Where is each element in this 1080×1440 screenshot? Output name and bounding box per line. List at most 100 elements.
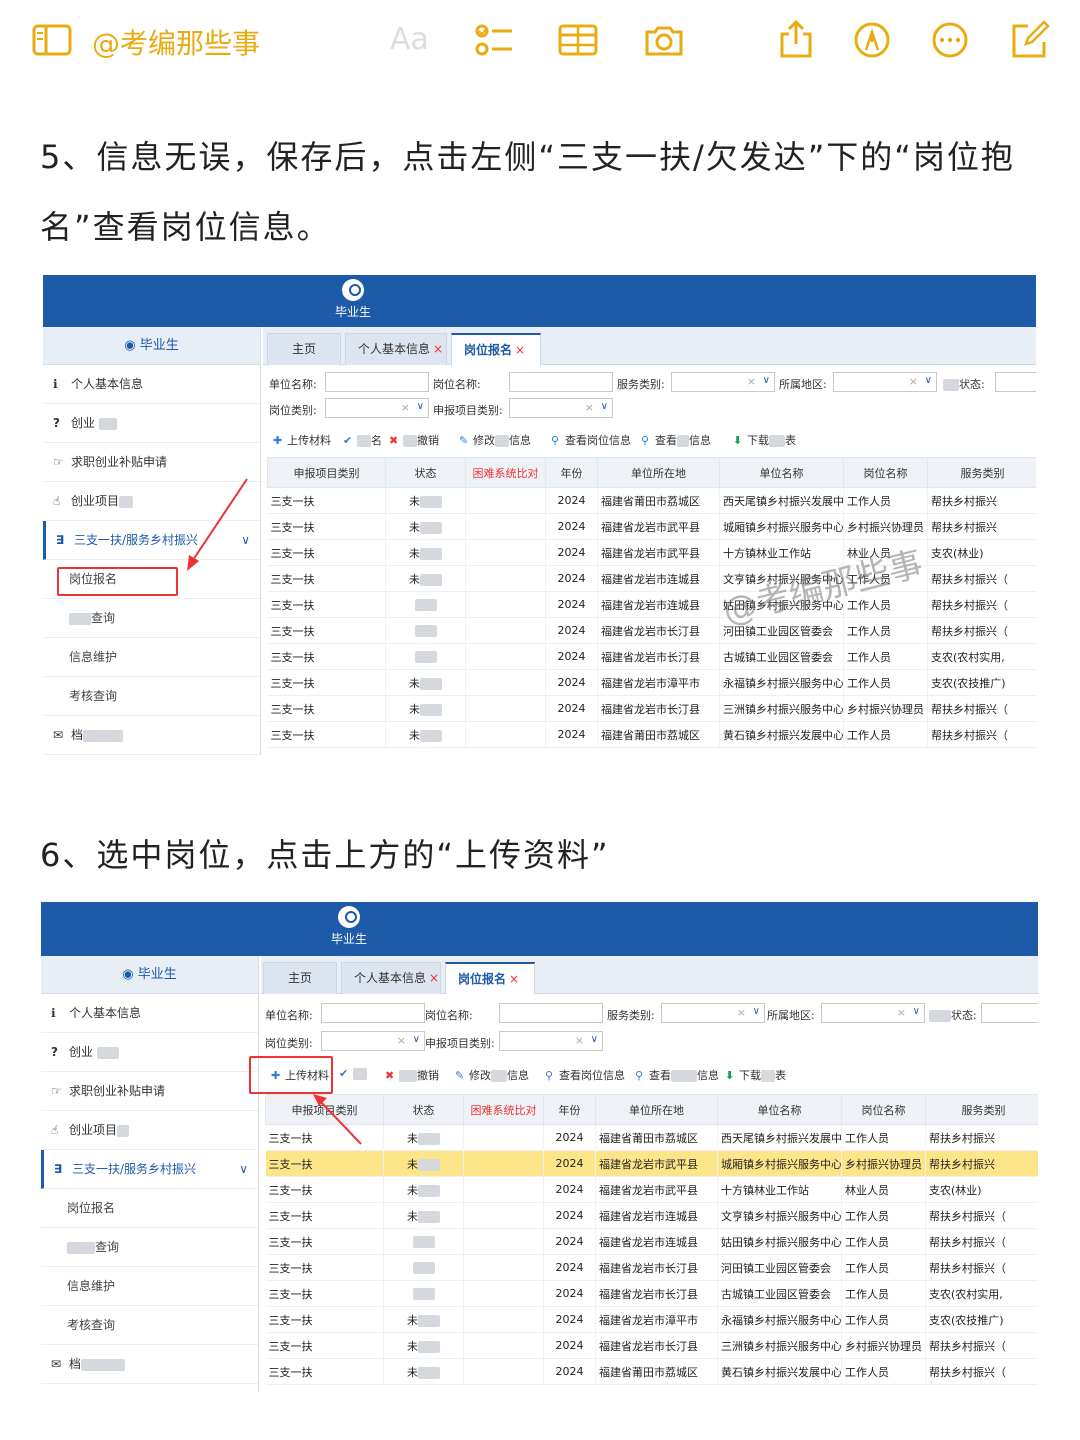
text-format-icon[interactable]: Aa: [390, 22, 429, 57]
sidebar-item-startup[interactable]: ? 创业: [43, 404, 260, 443]
compose-icon[interactable]: [1010, 20, 1050, 60]
signup-button[interactable]: ✔: [339, 1067, 367, 1080]
column-header[interactable]: 单位所在地: [595, 1094, 718, 1125]
download-button[interactable]: ⬇ 下载表: [725, 1067, 786, 1083]
sidebar-item-profile[interactable]: ℹ 个人基本信息: [41, 994, 258, 1033]
column-header[interactable]: 状态: [383, 1094, 464, 1125]
column-header[interactable]: 年份: [545, 457, 598, 488]
table-row[interactable]: 三支一扶 2024 福建省龙岩市长汀县 河田镇工业园区管委会 工作人员 帮扶乡村振兴（: [267, 617, 1036, 644]
table-row[interactable]: 三支一扶未 2024 福建省莆田市荔城区 西天尾镇乡村振兴发展中 工作人员 帮扶乡村振兴: [265, 1124, 1038, 1151]
header-user[interactable]: 毕业生: [333, 279, 373, 320]
unit-name-input[interactable]: [321, 1003, 425, 1023]
sidebar-item-query[interactable]: 查询: [41, 1228, 258, 1267]
close-icon[interactable]: ×: [509, 972, 519, 986]
service-type-select[interactable]: × ∨: [661, 1003, 765, 1023]
post-name-input[interactable]: [499, 1003, 603, 1023]
table-cell: 支农(林业): [925, 1176, 1038, 1203]
camera-icon[interactable]: [644, 20, 684, 60]
sidebar-item-archive[interactable]: ✉ 档: [43, 716, 260, 755]
table-row[interactable]: 三支一扶未 2024 福建省龙岩市长汀县 三洲镇乡村振兴服务中心 乡村振兴协理员 帮扶乡村…: [267, 695, 1036, 722]
column-header[interactable]: 服务类别: [927, 457, 1036, 488]
tab-post-signup[interactable]: 岗位报名 ×: [445, 962, 535, 994]
tab-home[interactable]: 主页: [263, 962, 337, 994]
column-header[interactable]: 岗位名称: [841, 1094, 926, 1125]
column-header[interactable]: 单位名称: [717, 1094, 842, 1125]
table-row[interactable]: 三支一扶 2024 福建省龙岩市长汀县 古城镇工业园区管委会 工作人员 支农(农村实用,: [267, 643, 1036, 670]
close-icon[interactable]: ×: [515, 343, 525, 357]
checklist-icon[interactable]: [474, 20, 514, 60]
table-row[interactable]: 三支一扶 2024 福建省龙岩市长汀县 古城镇工业园区管委会 工作人员 支农(农村实用,: [265, 1280, 1038, 1307]
sidebar-item-profile[interactable]: ℹ 个人基本信息: [43, 365, 260, 404]
markup-icon[interactable]: [852, 20, 892, 60]
column-header[interactable]: 申报项目类别: [267, 457, 386, 488]
table-cell: 福建省龙岩市连城县: [597, 565, 720, 592]
post-name-input[interactable]: [509, 372, 613, 392]
table-icon[interactable]: [558, 20, 598, 60]
project-type-select[interactable]: × ∨: [499, 1031, 603, 1051]
sidebar-item-post-signup[interactable]: 岗位报名: [41, 1189, 258, 1228]
sidebar-item-sanzhi[interactable]: ∃ 三支一扶/服务乡村振兴 ∨: [41, 1150, 258, 1189]
view-info-button[interactable]: ⚲ 查看 信息: [635, 1067, 719, 1083]
download-button[interactable]: ⬇ 下载表: [733, 432, 796, 448]
region-select[interactable]: × ∨: [833, 372, 937, 392]
column-header[interactable]: 单位所在地: [597, 457, 720, 488]
table-row[interactable]: 三支一扶未 2024 福建省龙岩市长汀县 三洲镇乡村振兴服务中心 乡村振兴协理员 帮扶乡村…: [265, 1332, 1038, 1359]
column-header[interactable]: 年份: [543, 1094, 596, 1125]
header-user[interactable]: 毕业生: [329, 906, 369, 947]
table-row[interactable]: 三支一扶未 2024 福建省龙岩市连城县 文亨镇乡村振兴服务中心 工作人员 帮扶乡村振兴（: [265, 1202, 1038, 1229]
service-type-select[interactable]: × ∨: [671, 372, 775, 392]
sidebar-item-archive[interactable]: ✉ 档: [41, 1345, 258, 1384]
cancel-button[interactable]: ✖ 撤销: [385, 1067, 439, 1083]
modify-button[interactable]: ✎ 修改 信息: [455, 1067, 529, 1083]
table-row[interactable]: 三支一扶 2024 福建省龙岩市长汀县 河田镇工业园区管委会 工作人员 帮扶乡村振兴（: [265, 1254, 1038, 1281]
column-header[interactable]: 状态: [385, 457, 466, 488]
table-row[interactable]: 三支一扶 2024 福建省龙岩市连城县 姑田镇乡村振兴服务中心 工作人员 帮扶乡村振兴（: [267, 591, 1036, 618]
sidebar-item-project[interactable]: ☝ 创业项目: [41, 1111, 258, 1150]
table-row[interactable]: 三支一扶 2024 福建省龙岩市连城县 姑田镇乡村振兴服务中心 工作人员 帮扶乡村振兴（: [265, 1228, 1038, 1255]
sidebar-item-exam-query[interactable]: 考核查询: [41, 1306, 258, 1345]
close-icon[interactable]: ×: [429, 971, 439, 985]
sidebar-item-info-maintain[interactable]: 信息维护: [41, 1267, 258, 1306]
cancel-button[interactable]: ✖ 撤销: [389, 432, 439, 448]
table-row[interactable]: 三支一扶未 2024 福建省龙岩市漳平市 永福镇乡村振兴服务中心 工作人员 支农(农技推广…: [265, 1306, 1038, 1333]
table-row[interactable]: 三支一扶未 2024 福建省龙岩市武平县 城厢镇乡村振兴服务中心 乡村振兴协理员 帮扶乡村…: [265, 1150, 1038, 1177]
column-header[interactable]: 困难系统比对: [465, 457, 546, 488]
sidebar-item-startup[interactable]: ? 创业: [41, 1033, 258, 1072]
table-row[interactable]: 三支一扶未 2024 福建省龙岩市武平县 十方镇林业工作站 林业人员 支农(林业): [265, 1176, 1038, 1203]
unit-name-input[interactable]: [325, 372, 429, 392]
tab-post-signup[interactable]: 岗位报名 ×: [451, 333, 541, 365]
table-row[interactable]: 三支一扶未 2024 福建省龙岩市武平县 城厢镇乡村振兴服务中心 乡村振兴协理员 帮扶乡村…: [267, 513, 1036, 540]
column-header[interactable]: 困难系统比对: [463, 1094, 544, 1125]
upload-button[interactable]: ✚ 上传材料: [273, 432, 331, 448]
view-post-button[interactable]: ⚲ 查看岗位信息: [545, 1067, 625, 1083]
view-info-button[interactable]: ⚲ 查看 信息: [641, 432, 711, 448]
post-type-select[interactable]: × ∨: [325, 398, 429, 418]
more-icon[interactable]: [930, 20, 970, 60]
column-header[interactable]: 岗位名称: [843, 457, 928, 488]
sidebar-item-info-maintain[interactable]: 信息维护: [43, 638, 260, 677]
tab-profile[interactable]: 个人基本信息 ×: [345, 333, 447, 365]
column-header[interactable]: 服务类别: [925, 1094, 1038, 1125]
sidebar-item-query[interactable]: 查询: [43, 599, 260, 638]
region-select[interactable]: × ∨: [821, 1003, 925, 1023]
table-row[interactable]: 三支一扶未 2024 福建省龙岩市漳平市 永福镇乡村振兴服务中心 工作人员 支农(农技推广…: [267, 669, 1036, 696]
table-row[interactable]: 三支一扶未 2024 福建省莆田市荔城区 黄石镇乡村振兴发展中心 工作人员 帮扶乡村振兴（: [265, 1358, 1038, 1385]
post-type-select[interactable]: × ∨: [321, 1031, 425, 1051]
share-icon[interactable]: [776, 19, 816, 60]
status-select[interactable]: [995, 372, 1036, 392]
column-header[interactable]: 单位名称: [719, 457, 844, 488]
table-row[interactable]: 三支一扶未 2024 福建省莆田市荔城区 黄石镇乡村振兴发展中心 工作人员 帮扶乡村振兴（: [267, 721, 1036, 748]
status-select[interactable]: [981, 1003, 1038, 1023]
tab-home[interactable]: 主页: [267, 333, 341, 365]
sidebar-icon[interactable]: [32, 20, 72, 60]
table-row[interactable]: 三支一扶未 2024 福建省莆田市荔城区 西天尾镇乡村振兴发展中 工作人员 帮扶乡村振兴: [267, 487, 1036, 514]
close-icon[interactable]: ×: [433, 342, 443, 356]
sidebar-item-subsidy[interactable]: ☞ 求职创业补贴申请: [41, 1072, 258, 1111]
tab-profile[interactable]: 个人基本信息 ×: [341, 962, 441, 994]
chevron-down-icon: ∨: [239, 1162, 248, 1176]
modify-button[interactable]: ✎ 修改 信息: [459, 432, 531, 448]
sidebar-item-exam-query[interactable]: 考核查询: [43, 677, 260, 716]
view-post-button[interactable]: ⚲ 查看岗位信息: [551, 432, 631, 448]
project-type-select[interactable]: × ∨: [509, 398, 613, 418]
signup-button[interactable]: ✔ 名: [343, 432, 382, 448]
